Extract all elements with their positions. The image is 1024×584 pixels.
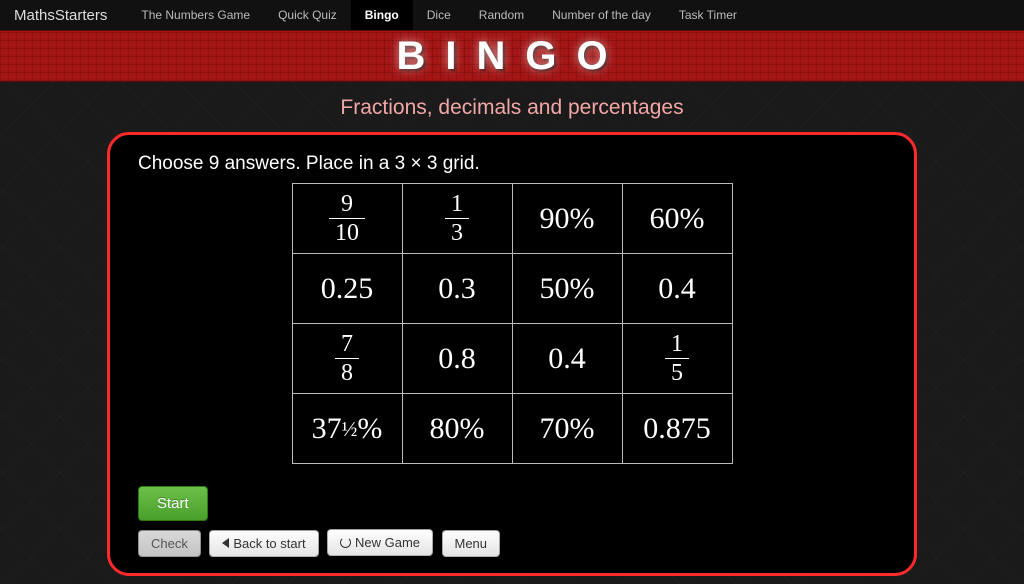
- brand[interactable]: MathsStarters: [14, 7, 107, 24]
- back-to-start-button[interactable]: Back to start: [209, 530, 318, 557]
- back-icon: [222, 538, 229, 548]
- fraction: 78: [335, 332, 359, 385]
- mixed-suffix: %: [357, 412, 382, 445]
- nav-link-bingo[interactable]: Bingo: [351, 0, 413, 30]
- grid-cell[interactable]: 80%: [402, 394, 512, 464]
- grid-cell[interactable]: 90%: [512, 184, 622, 254]
- nav-link-dice[interactable]: Dice: [413, 0, 465, 30]
- grid-cell[interactable]: 0.4: [622, 254, 732, 324]
- grid-cell[interactable]: 37½%: [292, 394, 402, 464]
- fraction-denominator: 3: [445, 219, 469, 245]
- grid-cell[interactable]: 0.25: [292, 254, 402, 324]
- fraction-numerator: 1: [665, 332, 689, 359]
- grid-cell[interactable]: 0.4: [512, 324, 622, 394]
- nav-link-quick-quiz[interactable]: Quick Quiz: [264, 0, 351, 30]
- banner: BINGO: [0, 30, 1024, 82]
- grid-cell[interactable]: 78: [292, 324, 402, 394]
- grid-cell[interactable]: 0.8: [402, 324, 512, 394]
- nav-link-number-of-the-day[interactable]: Number of the day: [538, 0, 665, 30]
- fraction: 15: [665, 332, 689, 385]
- game-panel: Choose 9 answers. Place in a 3 × 3 grid.…: [107, 132, 917, 576]
- grid-cell[interactable]: 910: [292, 184, 402, 254]
- grid-cell[interactable]: 60%: [622, 184, 732, 254]
- fraction: 13: [445, 192, 469, 245]
- grid-cell[interactable]: 50%: [512, 254, 622, 324]
- check-button[interactable]: Check: [138, 530, 201, 557]
- grid-cell[interactable]: 0.875: [622, 394, 732, 464]
- top-nav: MathsStarters The Numbers GameQuick Quiz…: [0, 0, 1024, 30]
- nav-link-the-numbers-game[interactable]: The Numbers Game: [127, 0, 264, 30]
- new-game-button[interactable]: New Game: [327, 529, 433, 556]
- banner-title: BINGO: [396, 34, 627, 79]
- mixed-whole: 37: [312, 412, 342, 445]
- answer-grid: 9101390%60%0.250.350%0.4780.80.41537½%80…: [292, 183, 733, 464]
- grid-cell[interactable]: 0.3: [402, 254, 512, 324]
- menu-button[interactable]: Menu: [442, 530, 501, 557]
- fraction-denominator: 8: [335, 359, 359, 385]
- mixed-half: ½: [342, 416, 358, 440]
- fraction-denominator: 10: [329, 219, 365, 245]
- fraction-numerator: 1: [445, 192, 469, 219]
- refresh-icon: [340, 537, 351, 548]
- nav-link-random[interactable]: Random: [465, 0, 538, 30]
- fraction: 910: [329, 192, 365, 245]
- grid-cell[interactable]: 13: [402, 184, 512, 254]
- page-subtitle: Fractions, decimals and percentages: [0, 96, 1024, 120]
- fraction-denominator: 5: [665, 359, 689, 385]
- grid-cell[interactable]: 70%: [512, 394, 622, 464]
- grid-cell[interactable]: 15: [622, 324, 732, 394]
- start-button[interactable]: Start: [138, 486, 208, 521]
- new-game-label: New Game: [355, 535, 420, 550]
- back-label: Back to start: [233, 536, 305, 551]
- fraction-numerator: 9: [329, 192, 365, 219]
- instruction-text: Choose 9 answers. Place in a 3 × 3 grid.: [138, 153, 886, 175]
- nav-link-task-timer[interactable]: Task Timer: [665, 0, 751, 30]
- button-row: Start Check Back to start New Game Menu: [138, 486, 504, 557]
- fraction-numerator: 7: [335, 332, 359, 359]
